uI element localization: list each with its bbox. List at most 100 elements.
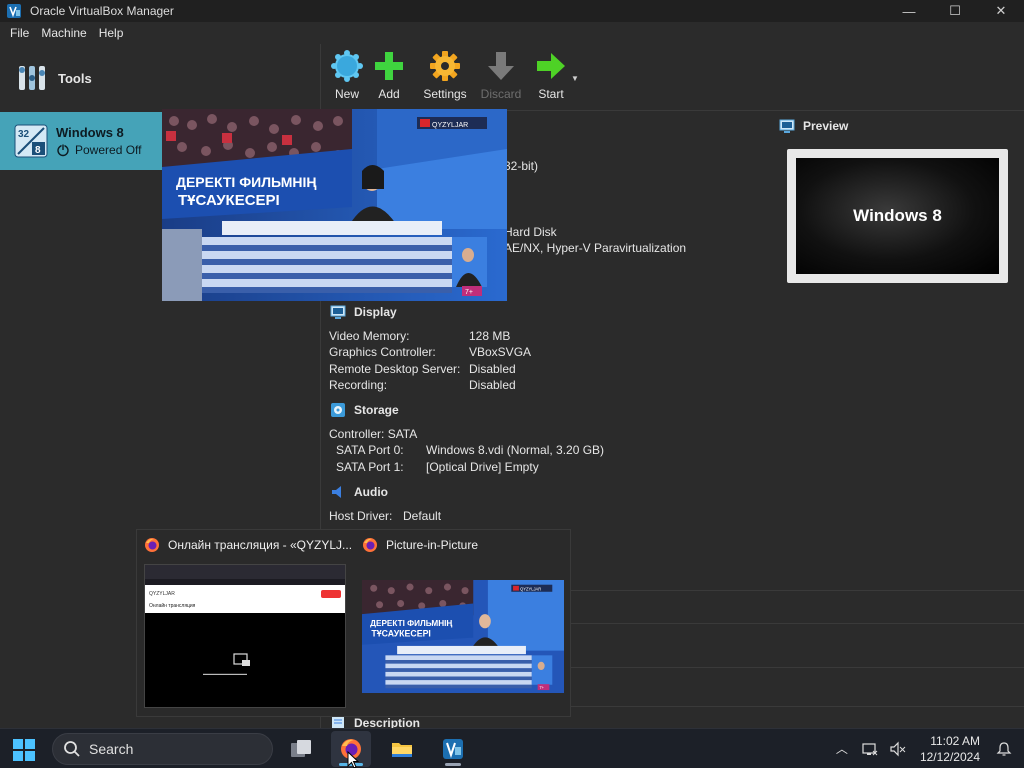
preview-frame: Windows 8 [787,149,1008,283]
thumb-channel-badge: QYZYLJAR [520,587,541,592]
pip-window-thumbnail[interactable]: ДЕРЕКТІ ФИЛЬМНІҢ ТҰСАУКЕСЕРІ QYZYLJAR 7+ [362,580,564,693]
display-label-3: Recording: [329,378,388,392]
audio-section-title: Audio [354,485,388,499]
display-value-2: Disabled [469,362,516,376]
taskbar-virtualbox[interactable] [433,731,473,767]
taskbar-task-view[interactable] [281,731,321,767]
preview-screen: Windows 8 [796,158,999,274]
taskbar-thumbnail-popup: Онлайн трансляция - «QYZYLJ... Picture-i… [136,529,571,717]
tools-label: Tools [58,70,92,86]
menu-machine[interactable]: Machine [35,26,92,40]
discard-button[interactable]: Discard [476,44,526,106]
search-icon [64,741,80,757]
site-live-button-icon [321,590,341,598]
taskbar-clock[interactable]: 11:02 AM 12/12/2024 [920,733,980,765]
menu-help[interactable]: Help [93,26,130,40]
settings-gear-icon [430,51,460,81]
virtualbox-logo-icon [7,4,21,18]
audio-speaker-icon [332,486,341,498]
pip-placeholder-caption-icon: ▬▬▬▬▬▬▬▬▬▬▬ [203,671,247,676]
power-off-icon [57,144,69,157]
banner-line-2: ТҰСАУКЕСЕРІ [178,192,280,209]
tools-item[interactable]: Tools [0,54,320,102]
picture-in-picture-window[interactable]: ДЕРЕКТІ ФИЛЬМНІҢ ТҰСАУКЕСЕРІ QYZYLJAR 7+ [162,109,507,301]
storage-controller: Controller: SATA [329,427,418,441]
network-icon[interactable] [862,741,878,757]
taskbar-search[interactable]: Search [52,733,273,765]
audio-value-0: Default [403,509,442,523]
volume-muted-icon[interactable] [890,741,906,757]
display-value-1: VBoxSVGA [469,345,532,359]
storage-section-title: Storage [354,403,399,417]
system-boot-fragment: Hard Disk [504,225,557,239]
start-dropdown-chevron-icon[interactable]: ▼ [571,74,579,83]
display-monitor-icon [330,305,346,319]
thumb-banner-line-2: ТҰСАУКЕСЕРІ [371,628,431,638]
preview-title: Preview [803,119,849,133]
window-title: Oracle VirtualBox Manager [30,4,174,18]
audio-section-header[interactable]: Audio [330,484,388,500]
settings-button-label: Settings [423,87,467,101]
start-button[interactable]: Start [526,44,576,106]
thumbnail-title-browser-text: Онлайн трансляция - «QYZYLJ... [168,538,353,552]
site-logo: QYZYLJAR [149,591,175,597]
tv-broadcast-thumbnail: ДЕРЕКТІ ФИЛЬМНІҢ ТҰСАУКЕСЕРІ QYZYLJAR 7+ [362,580,564,693]
system-accel-fragment: AE/NX, Hyper-V Paravirtualization [504,241,687,255]
running-indicator [445,763,461,766]
folder-icon [392,743,412,757]
display-section-header[interactable]: Display [330,304,397,320]
clock-time: 11:02 AM [930,734,980,748]
menu-bar: File Machine Help [0,22,1024,44]
display-value-0: 128 MB [469,329,511,343]
menu-file[interactable]: File [4,26,35,40]
firefox-icon [145,538,159,552]
tv-broadcast-video: ДЕРЕКТІ ФИЛЬМНІҢ ТҰСАУКЕСЕРІ QYZYLJAR 7+ [162,109,507,301]
svg-text:32: 32 [18,129,30,140]
display-label-0: Video Memory: [329,329,410,343]
notification-bell-icon[interactable] [996,741,1012,757]
start-button-label: Start [538,87,564,101]
channel-badge: QYZYLJAR [432,122,468,129]
audio-label-0: Host Driver: [329,509,393,523]
display-section-title: Display [354,305,397,319]
storage-disk-icon [331,403,345,417]
main-toolbar: New Add Settings Discard Start [322,44,1022,106]
close-button[interactable]: ✕ [978,0,1024,22]
preview-screen-text: Windows 8 [853,206,942,225]
title-bar: Oracle VirtualBox Manager — ☐ ✕ [0,0,1024,22]
discard-button-label: Discard [480,87,522,101]
display-label-1: Graphics Controller: [329,345,436,359]
vm-state-label: Powered Off [75,143,142,157]
storage-section-header[interactable]: Storage [330,402,399,418]
thumbnail-title-pip-text: Picture-in-Picture [386,538,479,552]
start-arrow-icon [537,53,565,79]
taskbar-file-explorer[interactable] [382,731,422,767]
search-placeholder: Search [89,741,134,757]
age-badge: 7+ [465,289,473,296]
new-button-label: New [334,87,359,101]
storage-value-0: Windows 8.vdi (Normal, 3.20 GB) [426,443,605,457]
thumbnail-title-pip[interactable]: Picture-in-Picture [362,537,478,553]
firefox-icon [363,538,377,552]
minimize-button[interactable]: — [886,0,932,22]
site-heading: Онлайн трансляция [145,603,345,613]
windows8-vm-icon: 32 8 [14,124,48,158]
system-tray: ︿ 11:02 AM 12/12/2024 [828,729,1024,768]
add-button[interactable]: Add [364,44,414,106]
browser-window-thumbnail[interactable]: QYZYLJAR Онлайн трансляция ▬▬▬▬▬▬▬▬▬▬▬ [144,564,346,708]
general-os-fragment: 32-bit) [504,159,539,173]
thumb-banner-line-1: ДЕРЕКТІ ФИЛЬМНІҢ [370,619,452,628]
show-hidden-icons-chevron-icon[interactable]: ︿ [834,741,850,757]
site-header: QYZYLJAR [145,585,345,603]
settings-button[interactable]: Settings [420,44,470,106]
preview-section-header[interactable]: Preview [779,118,848,134]
windows-start-icon[interactable] [13,739,35,761]
vm-state: Powered Off [56,143,141,157]
preview-monitor-icon [779,119,795,133]
storage-label-1: SATA Port 1: [336,460,404,474]
maximize-button[interactable]: ☐ [932,0,978,22]
display-value-3: Disabled [469,378,516,392]
thumbnail-title-browser[interactable]: Онлайн трансляция - «QYZYLJ... [144,537,352,553]
virtualbox-icon [443,739,463,759]
new-vm-icon [331,50,363,82]
